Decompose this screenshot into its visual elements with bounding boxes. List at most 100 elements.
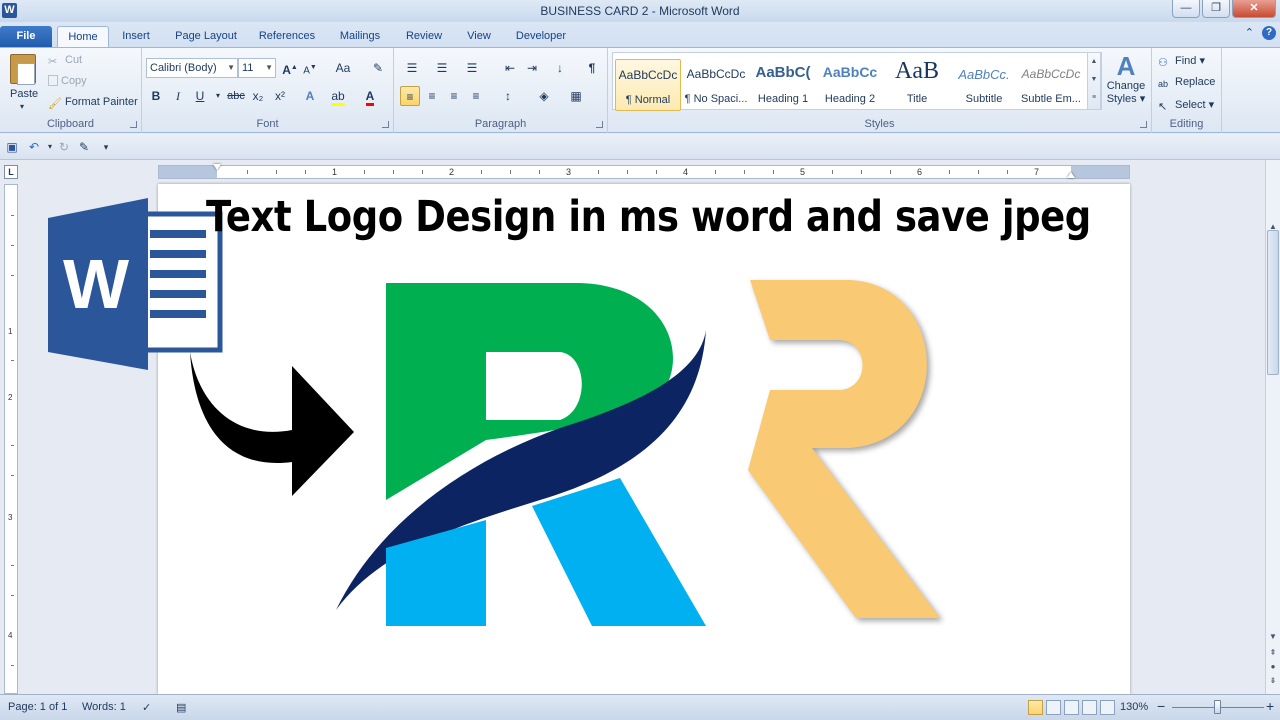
- align-right-icon[interactable]: ≡: [444, 86, 464, 106]
- right-indent-marker[interactable]: [1067, 172, 1075, 178]
- underline-button[interactable]: U: [190, 86, 210, 106]
- superscript-button[interactable]: x²: [270, 86, 290, 106]
- undo-icon[interactable]: ↶: [26, 139, 42, 155]
- change-styles-button[interactable]: A Change Styles ▾: [1104, 52, 1148, 105]
- zoom-level[interactable]: 130%: [1120, 701, 1148, 713]
- show-formatting-button[interactable]: ¶: [582, 58, 602, 78]
- font-size-combo[interactable]: 11 ▼: [238, 58, 276, 78]
- customize-qat-icon[interactable]: ▾: [98, 139, 114, 155]
- help-icon[interactable]: ?: [1262, 26, 1276, 40]
- sort-icon[interactable]: ↓: [550, 58, 570, 78]
- style-heading-1[interactable]: AaBbC( Heading 1: [750, 59, 816, 111]
- style-subtle-emphasis[interactable]: AaBbCcDc Subtle Em...: [1018, 59, 1084, 111]
- style-heading-2[interactable]: AaBbCc Heading 2: [817, 59, 883, 111]
- borders-icon[interactable]: ▦: [566, 86, 586, 106]
- tab-references[interactable]: References: [252, 26, 322, 48]
- zoom-in-button[interactable]: +: [1266, 698, 1274, 714]
- tab-selector-button[interactable]: L: [4, 165, 18, 179]
- word-count[interactable]: Words: 1: [82, 701, 126, 713]
- previous-page-icon[interactable]: ⇞: [1267, 646, 1279, 660]
- font-color-button[interactable]: A: [360, 86, 380, 106]
- tab-insert[interactable]: Insert: [114, 26, 158, 48]
- tab-home[interactable]: Home: [57, 26, 109, 48]
- minimize-button[interactable]: —: [1172, 0, 1200, 18]
- ruler-tick: [510, 170, 511, 174]
- minimize-ribbon-icon[interactable]: ⌃: [1245, 26, 1254, 40]
- format-painter-button[interactable]: 🖌 Format Painter: [48, 96, 138, 110]
- style-subtitle[interactable]: AaBbCc. Subtitle: [951, 59, 1017, 111]
- paste-dropdown-icon[interactable]: ▾: [20, 102, 24, 111]
- full-screen-view-icon[interactable]: [1046, 700, 1061, 715]
- font-launcher-icon[interactable]: [382, 121, 389, 128]
- grow-font-button[interactable]: A▲: [280, 58, 300, 78]
- clipboard-launcher-icon[interactable]: [130, 121, 137, 128]
- tab-file[interactable]: File: [0, 26, 52, 48]
- save-icon[interactable]: ▣: [4, 139, 20, 155]
- find-button[interactable]: ⚇ Find ▾: [1158, 54, 1205, 69]
- tab-mailings[interactable]: Mailings: [332, 26, 388, 48]
- maximize-button[interactable]: ❐: [1202, 0, 1230, 18]
- close-button[interactable]: ✕: [1232, 0, 1276, 18]
- select-button[interactable]: ↖ Select ▾: [1158, 98, 1214, 113]
- styles-group-label: Styles: [864, 118, 895, 130]
- paragraph-group: ☰ ☰ ☰ ⇤ ⇥ ↓ ¶ ≡ ≡ ≡ ≡ ↕ ◈ ▦ Paragraph: [394, 48, 608, 133]
- macro-record-icon[interactable]: ▤: [176, 701, 186, 714]
- align-left-icon[interactable]: ≡: [400, 86, 420, 106]
- style-no-spacing[interactable]: AaBbCcDc ¶ No Spaci...: [683, 59, 749, 111]
- next-page-icon[interactable]: ⇟: [1267, 674, 1279, 688]
- tab-review[interactable]: Review: [400, 26, 448, 48]
- styles-gallery-scroll[interactable]: ▲ ▼ ≡: [1087, 52, 1101, 110]
- vertical-scrollbar[interactable]: ▲ ▼ ⇞ ● ⇟: [1265, 160, 1280, 694]
- italic-button[interactable]: I: [168, 86, 188, 106]
- scroll-down-icon[interactable]: ▼: [1267, 630, 1279, 644]
- ruler-tick: [861, 170, 862, 174]
- highlight-icon[interactable]: ab: [328, 86, 348, 106]
- decrease-indent-icon[interactable]: ⇤: [500, 58, 520, 78]
- print-layout-view-icon[interactable]: [1028, 700, 1043, 715]
- browse-object-icon[interactable]: ●: [1267, 660, 1279, 674]
- tab-page-layout[interactable]: Page Layout: [168, 26, 244, 48]
- document-headline[interactable]: Text Logo Design in ms word and save jpe…: [206, 192, 1091, 242]
- web-layout-view-icon[interactable]: [1064, 700, 1079, 715]
- change-case-button[interactable]: Aa: [330, 58, 356, 78]
- justify-icon[interactable]: ≡: [466, 86, 486, 106]
- proofing-icon[interactable]: ✓: [142, 701, 151, 714]
- bold-button[interactable]: B: [146, 86, 166, 106]
- text-effects-icon[interactable]: A: [300, 86, 320, 106]
- horizontal-ruler[interactable]: 1 2 3 4 5 6 7: [158, 164, 1130, 179]
- clear-formatting-icon[interactable]: ✎: [368, 58, 388, 78]
- cut-button[interactable]: ✂ Cut: [48, 54, 82, 68]
- tab-developer[interactable]: Developer: [510, 26, 572, 48]
- vertical-ruler[interactable]: 1 2 3 4: [4, 184, 18, 694]
- scroll-thumb[interactable]: [1267, 230, 1279, 375]
- draft-view-icon[interactable]: [1100, 700, 1115, 715]
- styles-launcher-icon[interactable]: [1140, 121, 1147, 128]
- strikethrough-button[interactable]: abc: [224, 86, 248, 106]
- first-line-indent-marker[interactable]: [213, 164, 221, 170]
- bullets-icon[interactable]: ☰: [402, 58, 422, 78]
- document-page[interactable]: [158, 184, 1130, 694]
- align-center-icon[interactable]: ≡: [422, 86, 442, 106]
- numbering-icon[interactable]: ☰: [432, 58, 452, 78]
- paste-icon[interactable]: [10, 54, 36, 85]
- zoom-out-button[interactable]: −: [1157, 698, 1165, 714]
- style-normal[interactable]: AaBbCcDc ¶ Normal: [615, 59, 681, 111]
- increase-indent-icon[interactable]: ⇥: [522, 58, 542, 78]
- shading-icon[interactable]: ◈: [534, 86, 554, 106]
- line-spacing-icon[interactable]: ↕: [498, 86, 518, 106]
- draw-table-icon[interactable]: ✎: [76, 139, 92, 155]
- font-name-combo[interactable]: Calibri (Body) ▼: [146, 58, 238, 78]
- outline-view-icon[interactable]: [1082, 700, 1097, 715]
- redo-icon[interactable]: ↻: [56, 139, 72, 155]
- style-title[interactable]: AaB Title: [884, 58, 950, 111]
- subscript-button[interactable]: x₂: [248, 86, 268, 106]
- page-count[interactable]: Page: 1 of 1: [8, 701, 67, 713]
- multilevel-list-icon[interactable]: ☰: [462, 58, 482, 78]
- tab-view[interactable]: View: [460, 26, 498, 48]
- replace-button[interactable]: ab Replace: [1158, 76, 1215, 91]
- shrink-font-button[interactable]: A▼: [300, 58, 320, 78]
- paragraph-launcher-icon[interactable]: [596, 121, 603, 128]
- zoom-slider-thumb[interactable]: [1214, 700, 1221, 714]
- paste-button[interactable]: Paste: [10, 88, 38, 100]
- copy-button[interactable]: Copy: [48, 75, 87, 87]
